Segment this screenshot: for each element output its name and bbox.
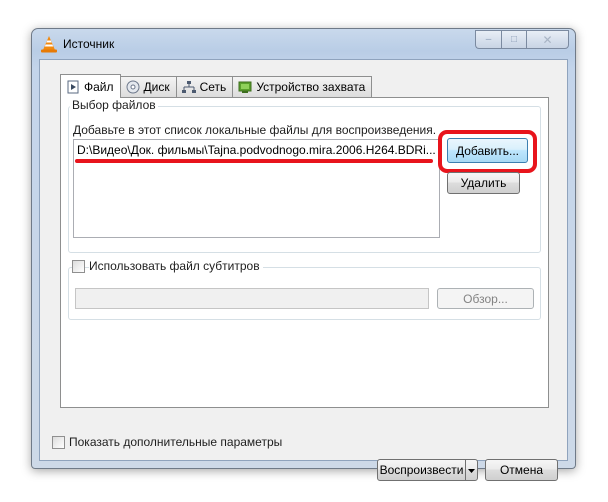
vlc-cone-icon <box>40 35 58 53</box>
subtitle-path-input[interactable] <box>75 288 429 309</box>
tab-capture-device[interactable]: Устройство захвата <box>232 76 373 97</box>
list-item[interactable]: D:\Видео\Док. фильмы\Tajna.podvodnogo.mi… <box>77 143 436 157</box>
add-file-button-label: Добавить... <box>455 143 520 158</box>
minimize-button[interactable]: – <box>475 30 501 49</box>
tab-file-label: Файл <box>84 79 114 94</box>
subtitles-checkbox-label[interactable]: Использовать файл субтитров <box>89 259 263 273</box>
tab-disc[interactable]: Диск <box>119 76 177 97</box>
file-list[interactable]: D:\Видео\Док. фильмы\Tajna.podvodnogo.mi… <box>73 139 440 238</box>
file-selection-hint: Добавьте в этот список локальные файлы д… <box>73 123 437 137</box>
advanced-options-label[interactable]: Показать дополнительные параметры <box>69 435 282 449</box>
file-icon <box>66 80 80 94</box>
tab-network[interactable]: Сеть <box>175 76 234 97</box>
window-controls: – □ ✕ <box>475 30 569 50</box>
play-button[interactable]: Воспроизвести <box>377 459 466 481</box>
file-selection-group-label: Выбор файлов <box>70 98 158 112</box>
subtitles-checkbox[interactable] <box>72 260 85 273</box>
browse-button[interactable]: Обзор... <box>437 288 534 309</box>
cancel-button-label: Отмена <box>499 463 544 477</box>
annotation-underline <box>75 159 433 163</box>
chevron-down-icon <box>468 463 475 477</box>
capture-device-icon <box>238 80 252 94</box>
close-icon: ✕ <box>542 32 553 47</box>
browse-button-label: Обзор... <box>463 291 508 306</box>
tab-strip: Файл Диск Сеть Устройство захвата <box>60 74 373 98</box>
minimize-icon: – <box>485 34 492 45</box>
network-icon <box>181 80 196 94</box>
tab-disc-label: Диск <box>143 80 170 94</box>
maximize-icon: □ <box>510 34 518 45</box>
play-options-dropdown[interactable] <box>465 459 478 481</box>
dialog-body: Файл Диск Сеть Устройство захвата Выбор … <box>39 59 568 481</box>
tab-network-label: Сеть <box>199 80 227 94</box>
window-title: Источник <box>63 37 115 51</box>
remove-file-button-label: Удалить <box>460 176 507 190</box>
source-dialog: Источник – □ ✕ Файл Диск Сеть Устройство… <box>31 28 576 481</box>
title-bar[interactable]: Источник – □ ✕ <box>32 29 575 59</box>
advanced-options-checkbox[interactable] <box>52 436 65 449</box>
disc-icon <box>126 80 140 94</box>
maximize-button[interactable]: □ <box>501 30 526 49</box>
remove-file-button[interactable]: Удалить <box>447 172 520 194</box>
file-tab-panel: Выбор файлов Добавьте в этот список лока… <box>60 97 549 408</box>
play-button-label: Воспроизвести <box>379 463 464 477</box>
close-button[interactable]: ✕ <box>526 30 569 49</box>
tab-capture-device-label: Устройство захвата <box>256 80 366 94</box>
cancel-button[interactable]: Отмена <box>485 459 558 481</box>
add-file-button[interactable]: Добавить... <box>447 138 528 163</box>
tab-file[interactable]: Файл <box>60 74 121 98</box>
